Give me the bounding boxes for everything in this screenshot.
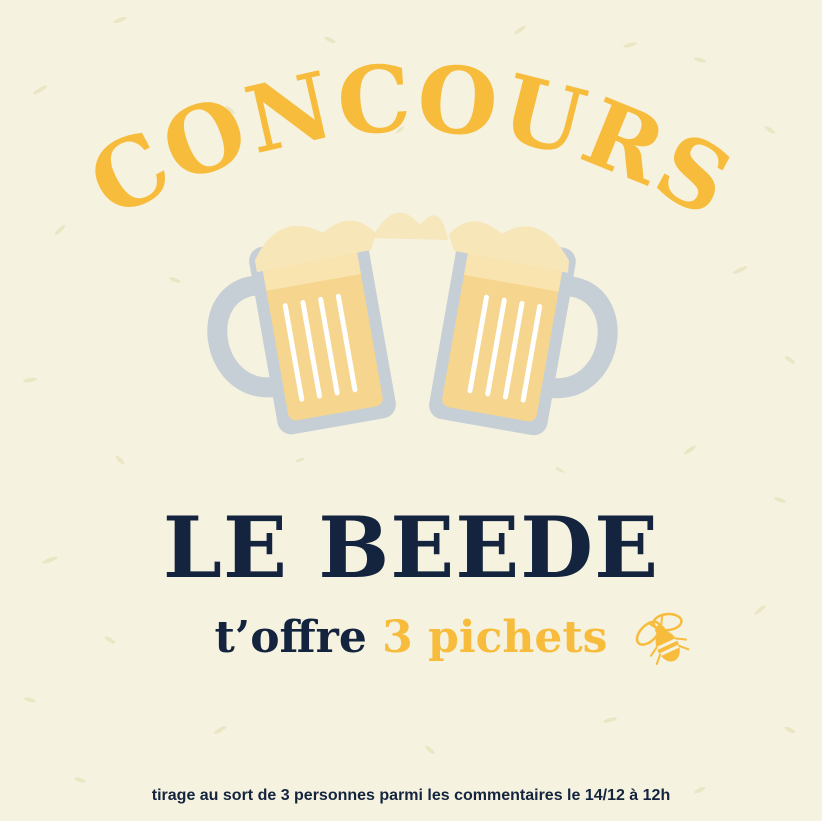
draw-conditions: tirage au sort de 3 personnes parmi les … xyxy=(151,787,671,804)
offer-highlight: 3 pichets xyxy=(382,612,608,663)
beer-mugs-illustration xyxy=(207,212,618,436)
brand-name: LE BEEDE xyxy=(162,498,660,597)
left-mug-icon xyxy=(207,220,396,435)
bee-icon xyxy=(635,612,690,666)
right-mug-icon xyxy=(429,221,618,436)
contest-poster: CONCOURS LE BEEDE t’offre 3 pichets tira… xyxy=(0,0,822,821)
offer-prefix: t’offre xyxy=(214,612,367,663)
